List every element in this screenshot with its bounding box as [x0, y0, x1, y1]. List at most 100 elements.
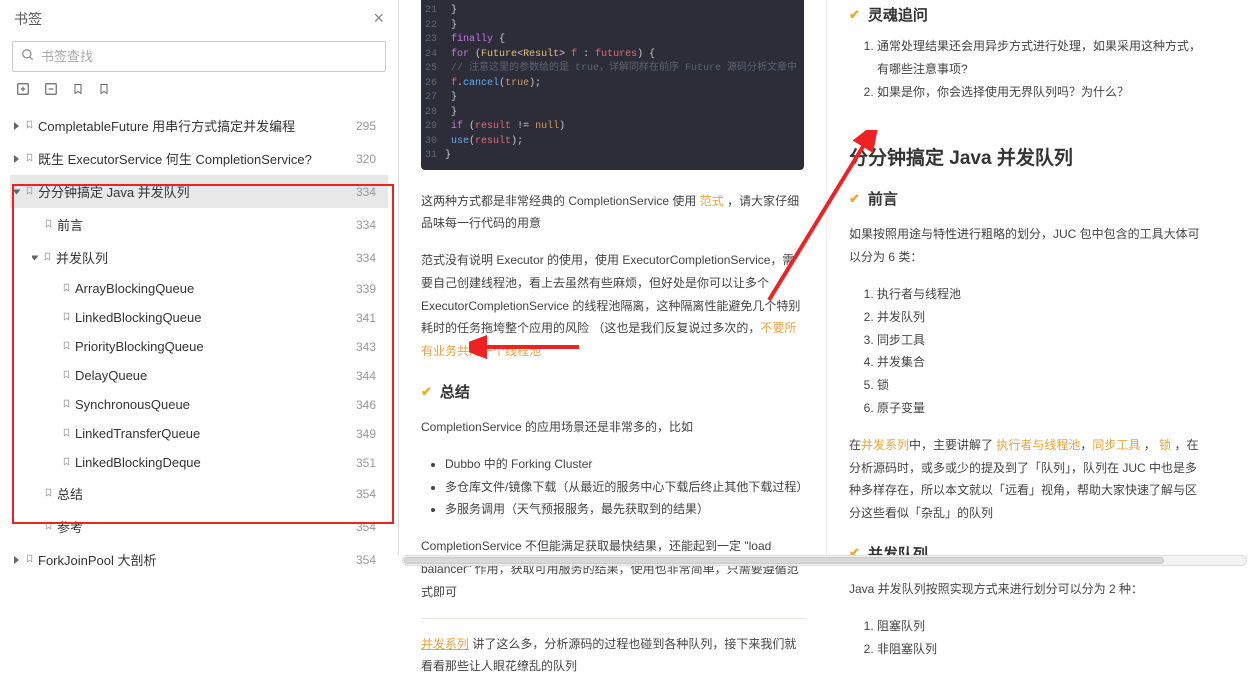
- page-left: 21 }22 }23 finally {24 for (Future<Resul…: [399, 0, 827, 555]
- bookmark-glyph-icon: [62, 456, 71, 470]
- list-item: 锁: [877, 374, 1207, 397]
- scrollbar-thumb[interactable]: [404, 557, 1164, 564]
- bookmark-item[interactable]: SynchronousQueue 346: [10, 390, 388, 419]
- document-viewer: 21 }22 }23 finally {24 for (Future<Resul…: [399, 0, 1251, 555]
- bookmark-label: CompletableFuture 用串行方式搞定并发编程: [38, 116, 295, 135]
- bookmark-item[interactable]: DelayQueue 344: [10, 361, 388, 390]
- page-number: 334: [356, 218, 384, 232]
- sidebar-title: 书签: [14, 9, 42, 29]
- bookmark-icon[interactable]: [72, 82, 84, 99]
- page-number: 320: [356, 152, 384, 166]
- collapse-all-icon[interactable]: [44, 82, 58, 99]
- page-number: 341: [356, 311, 384, 325]
- bookmark-label: 前言: [57, 215, 83, 234]
- check-icon: ✔: [421, 384, 432, 400]
- bookmark-label: 总结: [57, 484, 83, 503]
- search-input[interactable]: [41, 49, 377, 64]
- section-heading: ✔前言: [849, 188, 1207, 209]
- page-right: ✔灵魂追问 通常处理结果还会用异步方式进行处理，如果采用这种方式，有哪些注意事项…: [827, 0, 1229, 555]
- bookmark-glyph-icon: [62, 340, 71, 354]
- bookmark-item[interactable]: 并发队列 334: [10, 241, 388, 274]
- paragraph: 在并发系列中，主要讲解了 执行者与线程池，同步工具 ， 锁 ，在分析源码时，或多…: [849, 434, 1207, 525]
- bookmark-glyph-icon: [44, 520, 53, 534]
- bookmark-item[interactable]: ForkJoinPool 大剖析 354: [10, 543, 388, 576]
- bookmark-label: DelayQueue: [75, 368, 147, 383]
- list-item: 通常处理结果还会用异步方式进行处理，如果采用这种方式，有哪些注意事项?: [877, 35, 1207, 81]
- bookmark-item[interactable]: LinkedTransferQueue349: [10, 419, 388, 448]
- close-icon[interactable]: ×: [373, 8, 384, 29]
- page-number: 334: [356, 185, 384, 199]
- bookmark-glyph-icon: [44, 218, 53, 232]
- horizontal-scrollbar[interactable]: [402, 555, 1247, 566]
- page-number: 354: [356, 553, 384, 567]
- bookmark-outline-icon[interactable]: [98, 82, 110, 99]
- paragraph: 这两种方式都是非常经典的 CompletionService 使用 范式 ，请大…: [421, 190, 804, 236]
- caret-icon[interactable]: [32, 255, 39, 260]
- list-item: 多服务调用（天气预报服务，最先获取到的结果）: [445, 498, 804, 521]
- bookmark-item[interactable]: 前言 334: [10, 208, 388, 241]
- page-number: 339: [356, 282, 384, 296]
- bookmark-label: 并发队列: [56, 248, 108, 267]
- bookmarks-sidebar: 书签 × CompletableFuture 用串行方式搞定并发编程 295 既生 …: [0, 0, 399, 555]
- section-heading: ✔灵魂追问: [849, 4, 1207, 25]
- bookmark-label: LinkedBlockingDeque: [75, 455, 201, 470]
- list-item: 如果是你，你会选择使用无界队列吗？为什么？: [877, 81, 1207, 104]
- paragraph: CompletionService 不但能满足获取最快结果，还能起到一定 "lo…: [421, 535, 804, 603]
- bookmark-label: 参考: [57, 517, 83, 536]
- bookmark-glyph-icon: [62, 282, 71, 296]
- bullet-list: Dubbo 中的 Forking Cluster多仓库文件/镜像下载（从最近的服…: [421, 453, 804, 521]
- bookmark-glyph-icon: [43, 251, 52, 265]
- article-title: 分分钟搞定 Java 并发队列: [849, 143, 1207, 170]
- paragraph: Java 并发队列按照实现方式来进行划分可以分为 2 种：: [849, 578, 1207, 601]
- bookmark-item[interactable]: 分分钟搞定 Java 并发队列334: [10, 175, 388, 208]
- page-number: 295: [356, 119, 384, 133]
- expand-all-icon[interactable]: [16, 82, 30, 99]
- bookmark-item[interactable]: ArrayBlockingQueue 339: [10, 274, 388, 303]
- bookmark-item[interactable]: 总结354: [10, 477, 388, 510]
- bookmark-item[interactable]: 既生 ExecutorService 何生 CompletionService?…: [10, 142, 388, 175]
- bookmark-label: PriorityBlockingQueue: [75, 339, 204, 354]
- search-box[interactable]: [12, 41, 386, 72]
- list-item: 执行者与线程池: [877, 283, 1207, 306]
- bookmark-item[interactable]: LinkedBlockingQueue 341: [10, 303, 388, 332]
- check-icon: ✔: [849, 7, 860, 23]
- page-number: 354: [356, 520, 384, 534]
- bookmark-glyph-icon: [25, 553, 34, 567]
- paragraph: 范式没有说明 Executor 的使用，使用 ExecutorCompletio…: [421, 249, 804, 363]
- bookmark-glyph-icon: [62, 398, 71, 412]
- numbered-list: 阻塞队列非阻塞队列: [849, 615, 1207, 661]
- paragraph: CompletionService 的应用场景还是非常多的，比如: [421, 416, 804, 439]
- bookmark-item[interactable]: LinkedBlockingDeque 351: [10, 448, 388, 477]
- caret-icon[interactable]: [14, 155, 19, 163]
- list-item: Dubbo 中的 Forking Cluster: [445, 453, 804, 476]
- list-item: 阻塞队列: [877, 615, 1207, 638]
- caret-icon[interactable]: [14, 556, 19, 564]
- page-number: 351: [356, 456, 384, 470]
- page-number: 344: [356, 369, 384, 383]
- bookmark-item[interactable]: CompletableFuture 用串行方式搞定并发编程 295: [10, 109, 388, 142]
- page-number: 346: [356, 398, 384, 412]
- bookmark-glyph-icon: [62, 311, 71, 325]
- bookmark-item[interactable]: PriorityBlockingQueue343: [10, 332, 388, 361]
- list-item: 非阻塞队列: [877, 638, 1207, 661]
- code-block: 21 }22 }23 finally {24 for (Future<Resul…: [421, 0, 804, 170]
- page-number: 334: [356, 251, 384, 265]
- bookmark-glyph-icon: [62, 369, 71, 383]
- caret-icon[interactable]: [14, 189, 21, 194]
- bookmark-label: ArrayBlockingQueue: [75, 281, 194, 296]
- section-heading: ✔总结: [421, 381, 804, 402]
- bookmark-tree: CompletableFuture 用串行方式搞定并发编程 295 既生 Execu…: [10, 109, 388, 576]
- list-item: 同步工具: [877, 329, 1207, 352]
- caret-icon[interactable]: [14, 122, 19, 130]
- bookmark-label: ForkJoinPool 大剖析: [38, 550, 156, 569]
- sidebar-toolbar: [10, 80, 388, 109]
- bookmark-label: 既生 ExecutorService 何生 CompletionService?: [38, 149, 312, 168]
- bookmark-glyph-icon: [25, 119, 34, 133]
- numbered-list: 执行者与线程池并发队列同步工具并发集合锁原子变量: [849, 283, 1207, 420]
- bookmark-glyph-icon: [25, 152, 34, 166]
- bookmark-item[interactable]: 参考 354: [10, 510, 388, 543]
- list-item: 多仓库文件/镜像下载（从最近的服务中心下载后终止其他下载过程）: [445, 476, 804, 499]
- bookmark-label: LinkedBlockingQueue: [75, 310, 201, 325]
- bookmark-label: SynchronousQueue: [75, 397, 190, 412]
- list-item: 并发队列: [877, 306, 1207, 329]
